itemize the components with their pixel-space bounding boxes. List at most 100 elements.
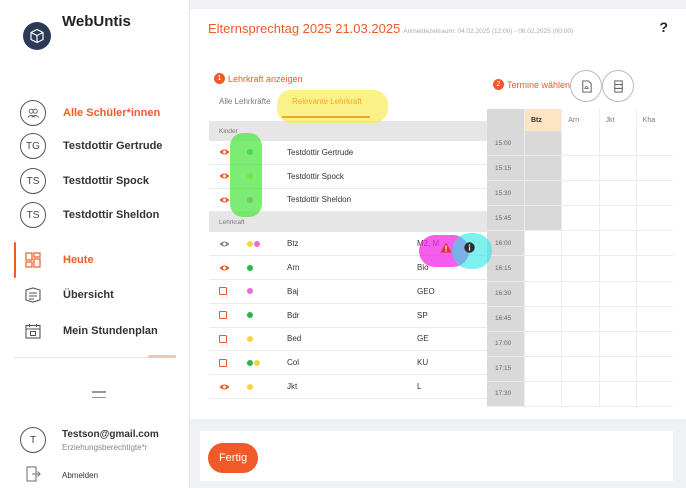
time-slot-cell[interactable] bbox=[561, 181, 599, 207]
logout-icon[interactable] bbox=[20, 463, 46, 485]
time-slot-cell[interactable] bbox=[561, 381, 599, 408]
teacher-row[interactable]: Arn Bio bbox=[209, 256, 487, 280]
select-checkbox[interactable] bbox=[219, 287, 227, 296]
time-slot-cell[interactable] bbox=[635, 156, 673, 182]
time-slot-cell[interactable] bbox=[635, 181, 673, 207]
time-slot-cell[interactable] bbox=[598, 281, 636, 307]
teacher-name: Col bbox=[287, 358, 300, 368]
time-slot-cell[interactable] bbox=[635, 206, 673, 232]
sidebar-student-sheldon[interactable]: TS Testdottir Sheldon bbox=[0, 200, 190, 230]
select-checkbox[interactable] bbox=[219, 358, 227, 367]
time-slot-cell[interactable] bbox=[524, 206, 562, 232]
time-slot-cell[interactable] bbox=[561, 306, 599, 332]
time-slot-cell[interactable] bbox=[635, 231, 673, 257]
child-name: Testdottir Sheldon bbox=[287, 195, 352, 205]
teacher-row[interactable]: Baj GEO bbox=[209, 279, 487, 304]
teacher-row[interactable]: Bdr SP bbox=[209, 303, 487, 328]
tab-relevant-teachers[interactable]: Relevante Lehrkraft bbox=[292, 97, 362, 106]
time-slot-cell[interactable] bbox=[598, 206, 636, 232]
time-slot-cell[interactable] bbox=[598, 306, 636, 332]
teacher-row[interactable]: Col KU bbox=[209, 351, 487, 376]
time-slot-cell[interactable] bbox=[524, 256, 562, 282]
sidebar-item-uebersicht[interactable]: Übersicht bbox=[0, 280, 190, 310]
time-slot-cell[interactable] bbox=[524, 356, 562, 382]
time-slot-cell[interactable] bbox=[524, 231, 562, 257]
time-slot-cell[interactable] bbox=[598, 256, 636, 282]
eye-icon[interactable] bbox=[219, 264, 230, 272]
eye-icon[interactable] bbox=[219, 383, 230, 391]
teacher-row[interactable]: Bed GE bbox=[209, 327, 487, 352]
eye-icon[interactable] bbox=[219, 196, 230, 204]
time-slot-cell[interactable] bbox=[561, 256, 599, 282]
sidebar-student-gertrude[interactable]: TG Testdottir Gertrude bbox=[0, 131, 190, 161]
visibility-toggle[interactable] bbox=[209, 196, 247, 204]
time-slot-cell[interactable] bbox=[598, 331, 636, 357]
visibility-toggle[interactable] bbox=[209, 264, 247, 272]
sidebar-item-heute[interactable]: Heute bbox=[0, 245, 190, 275]
visibility-toggle[interactable] bbox=[209, 240, 247, 248]
child-row[interactable]: Testdottir Spock bbox=[209, 164, 487, 189]
time-slot-cell[interactable] bbox=[561, 356, 599, 382]
sidebar-item-stundenplan[interactable]: Mein Stundenplan bbox=[0, 316, 190, 346]
child-row[interactable]: Testdottir Gertrude bbox=[209, 141, 487, 165]
time-slot-cell[interactable] bbox=[635, 356, 673, 382]
print-button[interactable] bbox=[602, 70, 634, 102]
grid-row: 16:30 bbox=[487, 281, 673, 307]
time-slot-cell[interactable] bbox=[524, 156, 562, 182]
grid-column-header[interactable]: Jkt bbox=[598, 109, 636, 131]
time-slot-cell[interactable] bbox=[598, 356, 636, 382]
teacher-row[interactable]: Jkt L bbox=[209, 375, 487, 399]
time-slot-cell[interactable] bbox=[635, 306, 673, 332]
user-avatar[interactable]: T bbox=[20, 427, 46, 453]
time-slot-cell[interactable] bbox=[598, 156, 636, 182]
time-slot-cell[interactable] bbox=[524, 331, 562, 357]
tab-all-teachers[interactable]: Alle Lehrkräfte bbox=[219, 97, 271, 106]
teacher-row[interactable]: Btz M2, M bbox=[209, 232, 487, 257]
done-button[interactable]: Fertig bbox=[208, 443, 258, 473]
time-slot-cell[interactable] bbox=[635, 331, 673, 357]
visibility-toggle[interactable] bbox=[209, 383, 247, 391]
time-slot-cell[interactable] bbox=[598, 231, 636, 257]
export-pdf-button[interactable] bbox=[570, 70, 602, 102]
sidebar-student-spock[interactable]: TS Testdottir Spock bbox=[0, 166, 190, 196]
time-slot-cell[interactable] bbox=[635, 131, 673, 157]
time-slot-cell[interactable] bbox=[635, 256, 673, 282]
time-slot-cell[interactable] bbox=[524, 381, 562, 408]
time-slot-cell[interactable] bbox=[561, 281, 599, 307]
select-checkbox[interactable] bbox=[219, 311, 227, 320]
grid-column-header[interactable]: Kha bbox=[635, 109, 673, 131]
time-slot-cell[interactable] bbox=[561, 131, 599, 157]
visibility-toggle[interactable] bbox=[209, 148, 247, 156]
visibility-toggle[interactable] bbox=[209, 358, 247, 367]
time-slot-cell[interactable] bbox=[598, 381, 636, 408]
grid-column-header[interactable]: Arn bbox=[561, 109, 599, 131]
time-slot-cell[interactable] bbox=[635, 381, 673, 408]
time-slot-cell[interactable] bbox=[524, 306, 562, 332]
child-row[interactable]: Testdottir Sheldon bbox=[209, 188, 487, 213]
time-slot-cell[interactable] bbox=[524, 181, 562, 207]
time-slot-cell[interactable] bbox=[561, 331, 599, 357]
visibility-toggle[interactable] bbox=[209, 287, 247, 296]
eye-icon[interactable] bbox=[219, 172, 230, 180]
menu-collapse-icon[interactable] bbox=[92, 391, 106, 402]
teacher-name: Arn bbox=[287, 263, 300, 273]
sidebar-item-all-students[interactable]: Alle Schüler*innen bbox=[0, 98, 190, 128]
time-slot-cell[interactable] bbox=[561, 156, 599, 182]
time-slot-cell[interactable] bbox=[635, 281, 673, 307]
eye-icon[interactable] bbox=[219, 148, 230, 156]
visibility-toggle[interactable] bbox=[209, 311, 247, 320]
time-slot-cell[interactable] bbox=[524, 131, 562, 157]
time-slot-cell[interactable] bbox=[561, 206, 599, 232]
time-slot-cell[interactable] bbox=[598, 181, 636, 207]
eye-icon[interactable] bbox=[219, 240, 230, 248]
select-checkbox[interactable] bbox=[219, 334, 227, 343]
time-slot-cell[interactable] bbox=[561, 231, 599, 257]
time-slot-cell[interactable] bbox=[524, 281, 562, 307]
help-button[interactable]: ? bbox=[659, 19, 668, 35]
visibility-toggle[interactable] bbox=[209, 334, 247, 343]
visibility-toggle[interactable] bbox=[209, 172, 247, 180]
logout-link[interactable]: Abmelden bbox=[62, 471, 98, 480]
time-slot-cell[interactable] bbox=[598, 131, 636, 157]
grid-column-header[interactable]: Btz bbox=[524, 109, 562, 131]
grid-row: 17:15 bbox=[487, 356, 673, 382]
